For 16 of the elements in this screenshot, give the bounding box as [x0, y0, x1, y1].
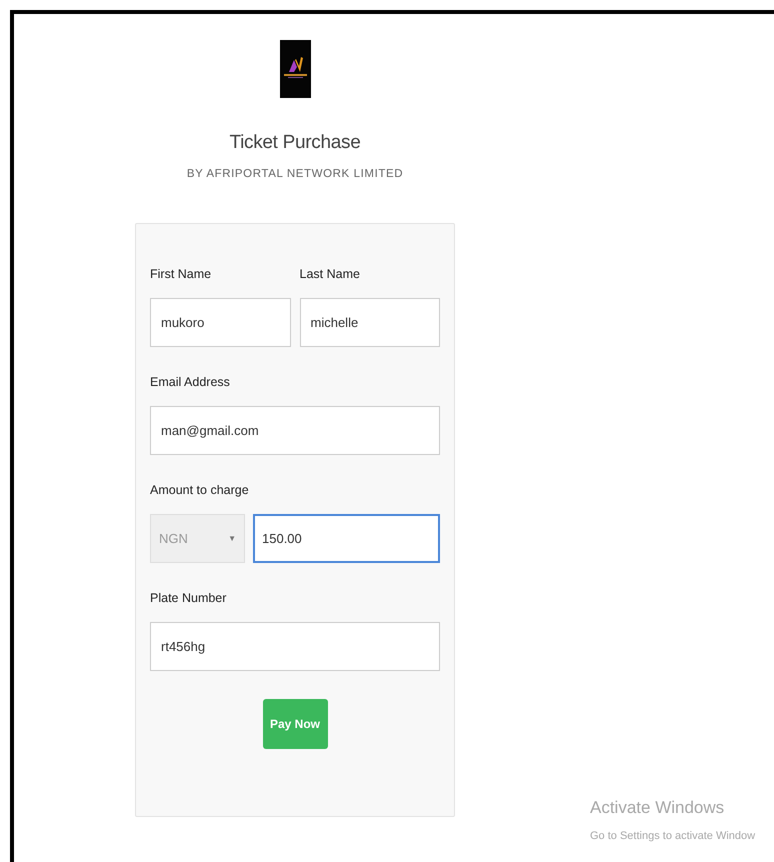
merchant-name: BY AFRIPORTAL NETWORK LIMITED [186, 168, 404, 180]
field-label: Plate Number [150, 591, 228, 607]
input-field[interactable]: rt456hg [150, 622, 440, 671]
field-label: Amount to charge [150, 483, 250, 499]
field-label: Email Address [150, 375, 231, 391]
activation-title: Activate Windows [590, 798, 726, 818]
field-label: Last Name [300, 267, 361, 283]
activation-text: Go to Settings to activate Window [590, 830, 756, 842]
page-title: Ticket Purchase [229, 132, 360, 154]
caret-icon: ▼ [228, 534, 236, 543]
logo-drawing [280, 40, 310, 98]
input-field[interactable]: man@gmail.com [150, 406, 440, 455]
field-label: First Name [150, 267, 212, 283]
input-field[interactable]: mukoro [150, 298, 290, 347]
input-field[interactable]: michelle [300, 298, 440, 347]
amount-field[interactable]: 150.00 [253, 514, 440, 563]
